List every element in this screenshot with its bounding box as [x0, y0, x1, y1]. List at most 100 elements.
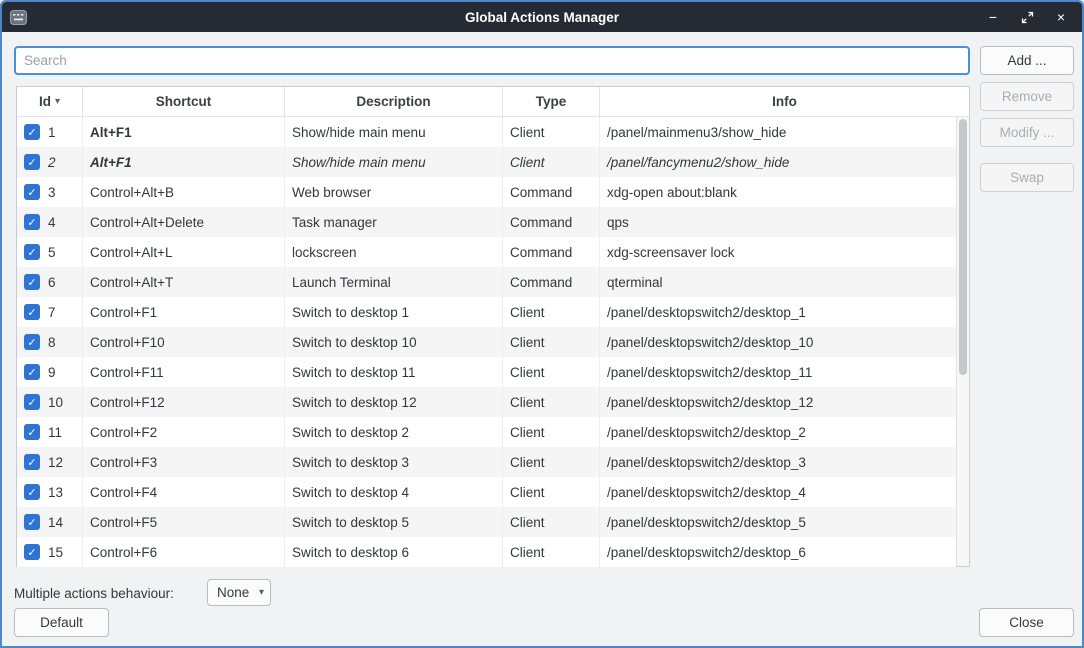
table-row[interactable]: ✓ 3 Control+Alt+B Web browser Command xd… — [17, 177, 956, 207]
close-button[interactable]: × — [1054, 10, 1068, 24]
row-enabled-checkbox[interactable]: ✓ — [24, 484, 40, 500]
table-body: ✓ 1 Alt+F1 Show/hide main menu Client /p… — [17, 117, 956, 566]
row-enabled-checkbox[interactable]: ✓ — [24, 154, 40, 170]
row-info: /panel/desktopswitch2/desktop_10 — [600, 327, 956, 357]
table-row[interactable]: ✓ 1 Alt+F1 Show/hide main menu Client /p… — [17, 117, 956, 147]
table-row[interactable]: ✓ 5 Control+Alt+L lockscreen Command xdg… — [17, 237, 956, 267]
row-description: Switch to desktop 1 — [285, 297, 503, 327]
table-row[interactable]: ✓ 15 Control+F6 Switch to desktop 6 Clie… — [17, 537, 956, 567]
row-enabled-checkbox[interactable]: ✓ — [24, 184, 40, 200]
multiple-actions-select[interactable]: None ▾ — [207, 579, 271, 606]
row-id: 3 — [48, 185, 56, 200]
column-header-shortcut[interactable]: Shortcut — [83, 87, 285, 116]
column-header-description[interactable]: Description — [285, 87, 503, 116]
dropdown-arrow-icon: ▾ — [259, 587, 264, 598]
row-enabled-checkbox[interactable]: ✓ — [24, 274, 40, 290]
window-controls: − × — [986, 10, 1068, 24]
scrollbar-thumb[interactable] — [959, 119, 967, 375]
table-row[interactable]: ✓ 4 Control+Alt+Delete Task manager Comm… — [17, 207, 956, 237]
row-type: Client — [503, 357, 600, 387]
row-info: /panel/mainmenu3/show_hide — [600, 117, 956, 147]
table-row[interactable]: ✓ 9 Control+F11 Switch to desktop 11 Cli… — [17, 357, 956, 387]
swap-button[interactable]: Swap — [980, 163, 1074, 192]
row-shortcut: Control+F3 — [83, 447, 285, 477]
table-row[interactable]: ✓ 10 Control+F12 Switch to desktop 12 Cl… — [17, 387, 956, 417]
row-id: 9 — [48, 365, 56, 380]
row-shortcut: Control+Alt+T — [83, 267, 285, 297]
row-shortcut: Control+F4 — [83, 477, 285, 507]
table-row[interactable]: ✓ 11 Control+F2 Switch to desktop 2 Clie… — [17, 417, 956, 447]
close-dialog-button[interactable]: Close — [979, 608, 1074, 637]
row-type: Client — [503, 507, 600, 537]
row-info: xdg-open about:blank — [600, 177, 956, 207]
row-type: Command — [503, 237, 600, 267]
table-row[interactable]: ✓ 7 Control+F1 Switch to desktop 1 Clien… — [17, 297, 956, 327]
row-description: Switch to desktop 6 — [285, 537, 503, 567]
row-shortcut: Control+Alt+B — [83, 177, 285, 207]
table-row[interactable]: ✓ 8 Control+F10 Switch to desktop 10 Cli… — [17, 327, 956, 357]
row-enabled-checkbox[interactable]: ✓ — [24, 364, 40, 380]
column-header-info[interactable]: Info — [600, 87, 969, 116]
row-shortcut: Control+F12 — [83, 387, 285, 417]
row-shortcut: Control+Alt+L — [83, 237, 285, 267]
row-description: Switch to desktop 10 — [285, 327, 503, 357]
row-enabled-checkbox[interactable]: ✓ — [24, 544, 40, 560]
row-id: 4 — [48, 215, 56, 230]
vertical-scrollbar[interactable] — [956, 117, 969, 566]
row-info: /panel/fancymenu2/show_hide — [600, 147, 956, 177]
modify-button[interactable]: Modify ... — [980, 118, 1074, 147]
row-type: Client — [503, 537, 600, 567]
global-actions-manager-window: Global Actions Manager − × Add ... Remov… — [0, 0, 1084, 648]
row-enabled-checkbox[interactable]: ✓ — [24, 424, 40, 440]
row-id: 5 — [48, 245, 56, 260]
row-enabled-checkbox[interactable]: ✓ — [24, 334, 40, 350]
column-header-id[interactable]: Id ▾ — [17, 87, 83, 116]
table-row[interactable]: ✓ 2 Alt+F1 Show/hide main menu Client /p… — [17, 147, 956, 177]
row-shortcut: Alt+F1 — [83, 117, 285, 147]
row-info: /panel/desktopswitch2/desktop_12 — [600, 387, 956, 417]
row-info: /panel/desktopswitch2/desktop_1 — [600, 297, 956, 327]
row-enabled-checkbox[interactable]: ✓ — [24, 124, 40, 140]
row-description: Show/hide main menu — [285, 117, 503, 147]
row-enabled-checkbox[interactable]: ✓ — [24, 514, 40, 530]
shortcuts-table: Id ▾ Shortcut Description Type Info ✓ 1 … — [16, 86, 970, 567]
row-type: Client — [503, 117, 600, 147]
default-button[interactable]: Default — [14, 608, 109, 637]
row-info: /panel/desktopswitch2/desktop_11 — [600, 357, 956, 387]
table-header-row: Id ▾ Shortcut Description Type Info — [17, 87, 969, 117]
row-id: 11 — [48, 425, 62, 440]
add-button[interactable]: Add ... — [980, 46, 1074, 75]
row-enabled-checkbox[interactable]: ✓ — [24, 304, 40, 320]
restore-button[interactable] — [1020, 10, 1034, 24]
row-description: Switch to desktop 2 — [285, 417, 503, 447]
row-description: lockscreen — [285, 237, 503, 267]
row-shortcut: Control+F5 — [83, 507, 285, 537]
restore-icon — [1021, 11, 1034, 24]
column-header-type[interactable]: Type — [503, 87, 600, 116]
minimize-button[interactable]: − — [986, 10, 1000, 24]
row-description: Switch to desktop 11 — [285, 357, 503, 387]
row-id: 10 — [48, 395, 63, 410]
row-info: /panel/desktopswitch2/desktop_3 — [600, 447, 956, 477]
row-enabled-checkbox[interactable]: ✓ — [24, 394, 40, 410]
remove-button[interactable]: Remove — [980, 82, 1074, 111]
row-description: Web browser — [285, 177, 503, 207]
row-enabled-checkbox[interactable]: ✓ — [24, 454, 40, 470]
row-id: 15 — [48, 545, 63, 560]
titlebar: Global Actions Manager − × — [2, 2, 1082, 32]
row-enabled-checkbox[interactable]: ✓ — [24, 244, 40, 260]
row-shortcut: Control+F2 — [83, 417, 285, 447]
row-description: Switch to desktop 12 — [285, 387, 503, 417]
search-input[interactable] — [14, 46, 970, 75]
row-description: Switch to desktop 5 — [285, 507, 503, 537]
row-info: /panel/desktopswitch2/desktop_5 — [600, 507, 956, 537]
row-enabled-checkbox[interactable]: ✓ — [24, 214, 40, 230]
row-shortcut: Control+F6 — [83, 537, 285, 567]
table-row[interactable]: ✓ 12 Control+F3 Switch to desktop 3 Clie… — [17, 447, 956, 477]
sort-down-icon: ▾ — [55, 96, 60, 107]
keyboard-icon — [10, 10, 27, 25]
row-id: 1 — [48, 125, 56, 140]
table-row[interactable]: ✓ 6 Control+Alt+T Launch Terminal Comman… — [17, 267, 956, 297]
table-row[interactable]: ✓ 14 Control+F5 Switch to desktop 5 Clie… — [17, 507, 956, 537]
table-row[interactable]: ✓ 13 Control+F4 Switch to desktop 4 Clie… — [17, 477, 956, 507]
